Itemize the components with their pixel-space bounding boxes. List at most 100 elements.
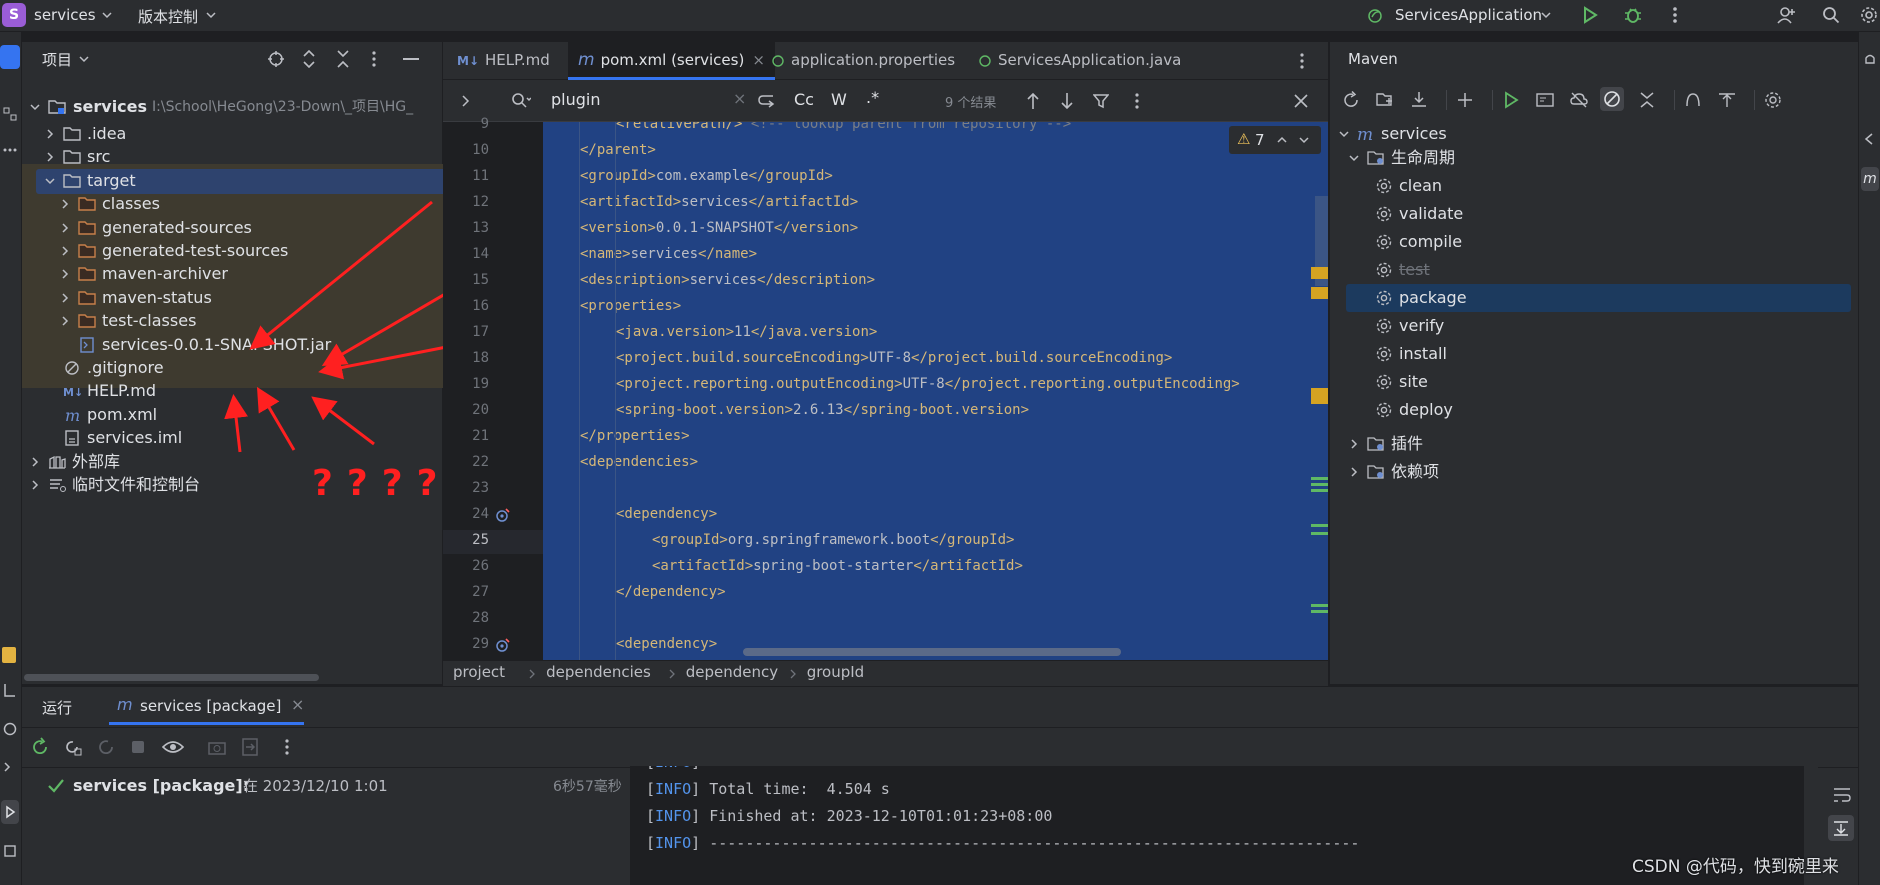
- close-icon[interactable]: [1293, 93, 1309, 109]
- regex-toggle[interactable]: .*: [866, 88, 879, 107]
- filter-icon[interactable]: [1093, 93, 1109, 109]
- build-icon[interactable]: [3, 682, 17, 698]
- collapse-icon[interactable]: [1638, 91, 1656, 109]
- reload-icon[interactable]: [1342, 91, 1360, 109]
- chevron-down-icon[interactable]: [102, 10, 112, 20]
- soft-wrap-icon[interactable]: [1833, 787, 1851, 803]
- notifications-icon[interactable]: [1863, 52, 1877, 66]
- breadcrumb-item[interactable]: groupId: [807, 663, 865, 681]
- run-icon[interactable]: [1581, 6, 1599, 24]
- more-vertical-icon[interactable]: [1672, 6, 1678, 24]
- maven-tree-item[interactable]: clean: [1330, 172, 1859, 200]
- previous-occurrence-icon[interactable]: [1026, 92, 1040, 110]
- bookmark-icon[interactable]: [2, 647, 16, 663]
- more-tools-icon[interactable]: [3, 147, 17, 153]
- terminal-tool-icon[interactable]: [3, 760, 17, 774]
- replace-toggle-icon[interactable]: [758, 92, 776, 108]
- settings-icon[interactable]: [1764, 91, 1782, 109]
- more-vertical-icon[interactable]: [1299, 52, 1305, 70]
- code-token: <properties>: [580, 298, 682, 314]
- more-vertical-icon[interactable]: [1134, 92, 1140, 110]
- project-tool-icon[interactable]: [0, 45, 20, 69]
- log-level: INFO: [655, 766, 691, 771]
- breadcrumb-item[interactable]: dependencies: [546, 663, 651, 681]
- maven-tree-item[interactable]: install: [1330, 340, 1859, 368]
- search-icon[interactable]: [511, 92, 531, 110]
- close-tab-icon[interactable]: ×: [291, 695, 304, 714]
- run-tree-item[interactable]: services [package]:: [73, 771, 249, 801]
- eye-icon[interactable]: [162, 739, 184, 755]
- project-name[interactable]: services: [34, 6, 96, 24]
- rerun-failed-icon[interactable]: [62, 737, 82, 757]
- chevron-down-icon[interactable]: [1541, 10, 1551, 20]
- editor-horizontal-scrollbar[interactable]: [743, 648, 1121, 656]
- project-badge[interactable]: S: [2, 3, 26, 27]
- editor-tab[interactable]: ServicesApplication.java: [968, 42, 1191, 80]
- editor-tab[interactable]: m pom.xml (services) ×: [568, 42, 775, 80]
- debug-icon[interactable]: [1623, 5, 1643, 25]
- console-line: [INFO] Total time: 4.504 s: [646, 780, 890, 798]
- chevron-up-icon[interactable]: [1277, 135, 1287, 145]
- services-tool-icon[interactable]: [3, 722, 17, 736]
- problems-tool-icon[interactable]: [3, 844, 17, 858]
- rerun-icon[interactable]: [30, 737, 50, 757]
- code-token: <dependencies>: [580, 454, 699, 470]
- tab-run[interactable]: 运行: [42, 697, 72, 718]
- maven-tool-icon[interactable]: m: [1861, 167, 1879, 191]
- tab-services-package[interactable]: services [package]: [140, 697, 281, 715]
- breadcrumb: project dependencies dependency groupId: [443, 660, 1328, 686]
- run-maven-icon[interactable]: [1502, 91, 1520, 109]
- change-marker: [1311, 477, 1328, 480]
- chevron-right-icon[interactable]: [460, 95, 470, 107]
- breadcrumb-item[interactable]: dependency: [686, 663, 778, 681]
- maven-tree-item[interactable]: 生命周期: [1330, 144, 1859, 172]
- editor-tab[interactable]: M↓ HELP.md: [447, 42, 560, 80]
- project-horizontal-scrollbar[interactable]: [24, 674, 319, 681]
- find-bar: plugin × Cc W .* 9 个结果: [443, 80, 1328, 122]
- add-maven-project-icon[interactable]: [1376, 91, 1394, 109]
- database-icon[interactable]: [1863, 132, 1877, 146]
- editor-tab[interactable]: application.properties: [761, 42, 965, 80]
- maven-tree-label: verify: [1399, 316, 1445, 335]
- maven-tree-item[interactable]: 插件: [1330, 430, 1859, 458]
- code-line: <project.reporting.outputEncoding>UTF-8<…: [616, 376, 1240, 392]
- maven-tree-item[interactable]: compile: [1330, 228, 1859, 256]
- clear-search-icon[interactable]: ×: [733, 89, 746, 108]
- skip-tests-icon[interactable]: [1600, 87, 1624, 111]
- search-icon[interactable]: [1822, 6, 1840, 24]
- next-occurrence-icon[interactable]: [1060, 92, 1074, 110]
- code-token: <spring-boot.version>: [616, 402, 794, 418]
- match-case-toggle[interactable]: Cc: [794, 90, 814, 109]
- search-input[interactable]: plugin: [551, 90, 600, 109]
- plus-icon[interactable]: [1456, 91, 1474, 109]
- maven-tree-item[interactable]: test: [1330, 256, 1859, 284]
- run-config-selector[interactable]: ServicesApplication: [1395, 6, 1542, 24]
- structure-icon[interactable]: [3, 107, 17, 121]
- scroll-to-end-icon[interactable]: [1828, 815, 1854, 841]
- warnings-badge[interactable]: ⚠ 7: [1229, 126, 1321, 154]
- maven-tree-item[interactable]: deploy: [1330, 396, 1859, 424]
- line-number: 14: [472, 246, 489, 262]
- chevron-down-icon[interactable]: [1299, 135, 1309, 145]
- whole-word-toggle[interactable]: W: [831, 90, 847, 109]
- add-user-icon[interactable]: [1777, 5, 1797, 25]
- gear-icon[interactable]: [1860, 6, 1878, 24]
- breadcrumb-item[interactable]: project: [453, 663, 505, 681]
- maven-tree-item[interactable]: verify: [1330, 312, 1859, 340]
- download-icon[interactable]: [1410, 91, 1428, 109]
- offline-mode-icon[interactable]: [1570, 91, 1588, 109]
- align-icon[interactable]: [1718, 91, 1736, 109]
- vcs-menu[interactable]: 版本控制: [138, 6, 198, 27]
- chevron-down-icon[interactable]: [206, 10, 216, 20]
- maven-tree-item[interactable]: 依赖项: [1330, 458, 1859, 486]
- run-config-icon[interactable]: [1536, 91, 1554, 109]
- maven-tree-item[interactable]: validate: [1330, 200, 1859, 228]
- maven-tree-item[interactable]: package: [1346, 284, 1851, 312]
- code-editor[interactable]: ⚠ 7 <relativePath/> <!-- lookup parent f…: [543, 122, 1328, 660]
- chevron-right-icon: [1349, 467, 1359, 477]
- show-deps-icon[interactable]: [1684, 91, 1702, 109]
- maven-tree-item[interactable]: site: [1330, 368, 1859, 396]
- run-tool-icon[interactable]: [1, 800, 19, 824]
- gear-icon: [1375, 261, 1393, 279]
- more-vertical-icon[interactable]: [284, 738, 290, 756]
